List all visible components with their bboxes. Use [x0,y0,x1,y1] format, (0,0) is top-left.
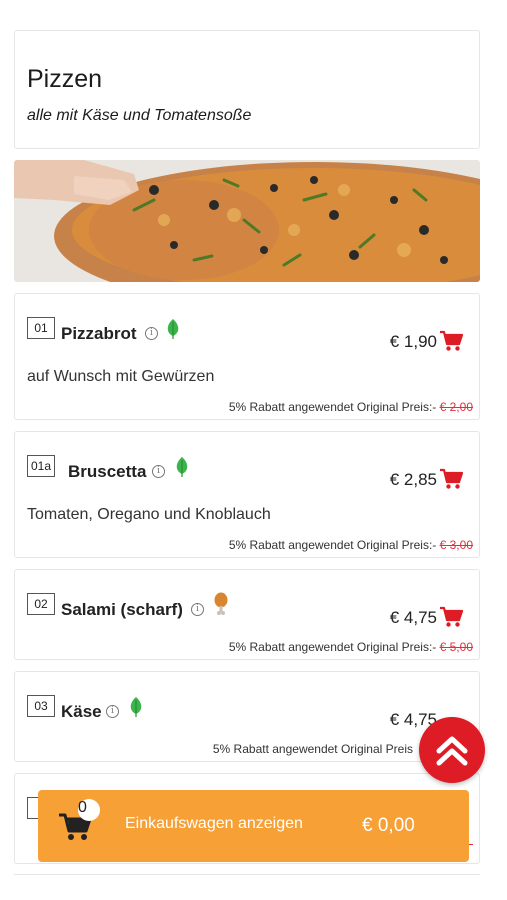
category-image [14,160,480,282]
discount-note: 5% Rabatt angewendet Original Preis:- € … [229,538,473,552]
category-title: Pizzen [27,65,103,93]
discount-text: 5% Rabatt angewendet Original Preis:- [228,640,437,654]
item-price: € 2,85 [389,470,437,489]
menu-item[interactable]: 01 Pizzabrot i € 1,90 auf Wunsch mit Gew… [14,293,480,420]
item-name: Pizzabrot [61,324,137,343]
menu-item[interactable]: 02 Salami (scharf) i € 4,75 5% Rabatt an… [14,569,480,660]
item-price: € 1,90 [389,332,437,351]
item-number: 01 [27,317,55,339]
add-to-cart-icon[interactable] [439,330,463,352]
discount-note: 5% Rabatt angewendet Original Preis [213,742,413,756]
item-number: 01a [27,455,56,477]
cart-total: € 0,00 [362,815,415,836]
add-to-cart-icon[interactable] [439,606,463,628]
discount-text: 5% Rabatt angewendet Original Preis:- [228,400,437,414]
leaf-icon [176,457,188,477]
category-subtitle: alle mit Käse und Tomatensoße [27,107,252,124]
menu-item[interactable]: 01a Bruscetta i € 2,85 Tomaten, Oregano … [14,431,480,558]
item-description: Tomaten, Oregano und Knoblauch [27,506,271,523]
menu-item[interactable]: 03 Käse i € 4,75 5% Rabatt angewendet Or… [14,671,480,762]
view-cart-label: Einkaufswagen anzeigen [125,815,303,832]
item-number: 03 [27,695,55,717]
leaf-icon [130,697,142,717]
discount-text: 5% Rabatt angewendet Original Preis [212,742,413,756]
item-number: 02 [27,593,55,615]
original-price: € 5,00 [439,640,473,654]
scroll-to-top-button[interactable] [419,717,485,783]
view-cart-button[interactable]: Einkaufswagen anzeigen € 0,00 [38,790,469,862]
leaf-icon [167,319,179,339]
item-name: Bruscetta [68,462,147,481]
original-price: € 2,00 [439,400,473,414]
info-icon[interactable]: i [152,465,165,478]
double-chevron-up-icon [436,736,468,766]
item-name: Käse [61,702,102,721]
original-price: € 3,00 [439,538,473,552]
category-header: Pizzen alle mit Käse und Tomatensoße [14,30,480,149]
discount-note: 5% Rabatt angewendet Original Preis:- € … [229,640,473,654]
drumstick-icon [214,592,228,615]
info-icon[interactable]: i [145,327,158,340]
item-name: Salami (scharf) [61,600,183,619]
divider [14,874,480,875]
cart-count-badge: 0 [78,799,100,821]
discount-text: 5% Rabatt angewendet Original Preis:- [228,538,437,552]
item-description: auf Wunsch mit Gewürzen [27,368,215,385]
add-to-cart-icon[interactable] [439,468,463,490]
info-icon[interactable]: i [191,603,204,616]
discount-note: 5% Rabatt angewendet Original Preis:- € … [229,400,473,414]
info-icon[interactable]: i [106,705,119,718]
item-price: € 4,75 [389,608,437,627]
